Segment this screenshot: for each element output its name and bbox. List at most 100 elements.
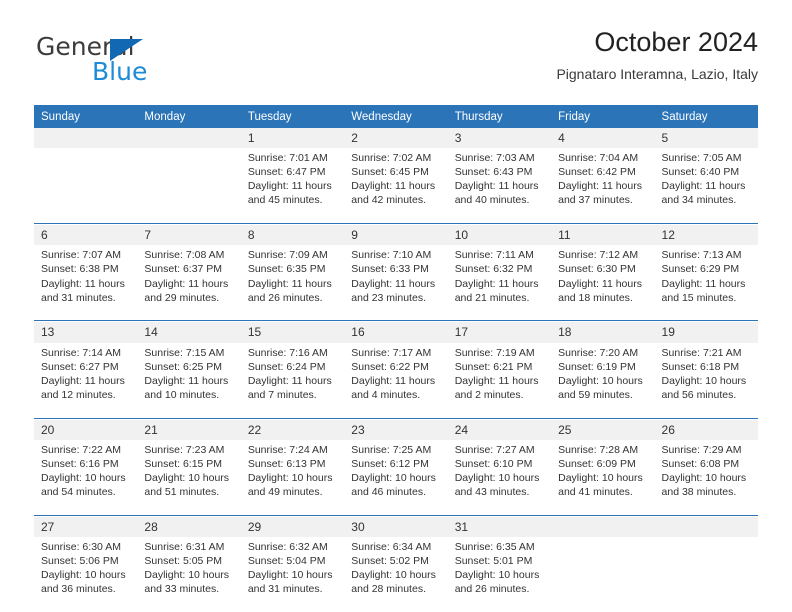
sunrise-text: Sunrise: 7:01 AM	[247, 152, 328, 165]
day-cell[interactable]: Sunrise: 7:25 AM Sunset: 6:12 PM Dayligh…	[344, 439, 448, 516]
day-cell[interactable]: Sunrise: 7:01 AM Sunset: 6:47 PM Dayligh…	[240, 148, 345, 224]
sunrise-text: Sunrise: 7:13 AM	[661, 249, 742, 262]
sunset-text: Sunset: 5:04 PM	[247, 555, 326, 568]
daylight-text-line1: Daylight: 10 hours	[454, 471, 540, 484]
day-cell[interactable]: Sunrise: 7:17 AM Sunset: 6:22 PM Dayligh…	[344, 342, 448, 419]
day-cell[interactable]	[137, 148, 241, 224]
day-cell[interactable]: Sunrise: 7:13 AM Sunset: 6:29 PM Dayligh…	[654, 245, 758, 321]
daylight-text-line2: and 40 minutes.	[454, 194, 530, 207]
sunrise-text: Sunrise: 7:17 AM	[351, 346, 432, 359]
general-blue-logo[interactable]: General Blue	[34, 26, 294, 96]
daylight-text-line1: Daylight: 11 hours	[661, 180, 746, 193]
day-number: 12	[654, 225, 758, 246]
sunset-text: Sunset: 6:32 PM	[454, 263, 533, 276]
day-number: 13	[34, 322, 138, 343]
day-cell[interactable]	[654, 536, 758, 612]
daylight-text-line1: Daylight: 10 hours	[661, 471, 747, 484]
day-cell[interactable]: Sunrise: 6:32 AM Sunset: 5:04 PM Dayligh…	[240, 536, 345, 612]
day-cell[interactable]: Sunrise: 6:34 AM Sunset: 5:02 PM Dayligh…	[344, 536, 448, 612]
sunset-text: Sunset: 6:38 PM	[41, 263, 119, 276]
day-cell[interactable]: Sunrise: 7:10 AM Sunset: 6:33 PM Dayligh…	[344, 245, 448, 321]
day-cell[interactable]: Sunrise: 6:31 AM Sunset: 5:05 PM Dayligh…	[137, 536, 241, 612]
day-cell[interactable]: Sunrise: 7:22 AM Sunset: 6:16 PM Dayligh…	[34, 439, 138, 516]
page-subtitle: Pignataro Interamna, Lazio, Italy	[556, 66, 758, 83]
sunset-text: Sunset: 6:33 PM	[351, 263, 429, 276]
sunset-text: Sunset: 6:12 PM	[351, 457, 429, 470]
day-cell[interactable]: Sunrise: 7:02 AM Sunset: 6:45 PM Dayligh…	[344, 148, 448, 224]
daylight-text-line2: and 56 minutes.	[661, 388, 737, 401]
daylight-text-line1: Daylight: 10 hours	[661, 374, 747, 387]
day-cell[interactable]: Sunrise: 7:19 AM Sunset: 6:21 PM Dayligh…	[447, 342, 552, 419]
day-cell[interactable]: Sunrise: 7:04 AM Sunset: 6:42 PM Dayligh…	[551, 148, 655, 224]
daylight-text-line2: and 51 minutes.	[144, 486, 220, 499]
day-cell[interactable]: Sunrise: 7:05 AM Sunset: 6:40 PM Dayligh…	[654, 148, 758, 224]
sunset-text: Sunset: 6:37 PM	[144, 263, 223, 276]
day-cell[interactable]: Sunrise: 7:14 AM Sunset: 6:27 PM Dayligh…	[34, 342, 138, 419]
sunrise-text: Sunrise: 7:20 AM	[558, 346, 639, 359]
daylight-text-line2: and 21 minutes.	[454, 291, 530, 304]
day-cell[interactable]: Sunrise: 7:24 AM Sunset: 6:13 PM Dayligh…	[240, 439, 345, 516]
day-cell[interactable]: Sunrise: 7:11 AM Sunset: 6:32 PM Dayligh…	[447, 245, 552, 321]
day-cell[interactable]	[34, 148, 138, 224]
day-cell[interactable]: Sunrise: 6:30 AM Sunset: 5:06 PM Dayligh…	[34, 536, 138, 612]
day-cell[interactable]: Sunrise: 7:08 AM Sunset: 6:37 PM Dayligh…	[137, 245, 241, 321]
calendar-header-row: Sunday Monday Tuesday Wednesday Thursday…	[34, 105, 758, 128]
weekday-header-wednesday: Wednesday	[344, 105, 448, 128]
sunrise-text: Sunrise: 7:04 AM	[558, 152, 639, 165]
day-number	[551, 516, 655, 537]
daylight-text-line2: and 2 minutes.	[454, 388, 524, 401]
day-number: 17	[447, 322, 552, 343]
day-cell[interactable]: Sunrise: 7:21 AM Sunset: 6:18 PM Dayligh…	[654, 342, 758, 419]
sunrise-text: Sunrise: 6:35 AM	[454, 540, 535, 553]
daylight-text-line1: Daylight: 11 hours	[144, 374, 229, 387]
daylight-text-line2: and 41 minutes.	[558, 486, 633, 499]
day-cell[interactable]: Sunrise: 7:07 AM Sunset: 6:38 PM Dayligh…	[34, 245, 138, 321]
day-cell[interactable]: Sunrise: 7:27 AM Sunset: 6:10 PM Dayligh…	[447, 439, 552, 516]
weekday-header-friday: Friday	[551, 105, 655, 128]
day-number: 9	[344, 225, 448, 246]
day-number: 3	[447, 128, 552, 149]
day-number: 19	[654, 322, 758, 343]
day-cell[interactable]: Sunrise: 7:12 AM Sunset: 6:30 PM Dayligh…	[551, 245, 655, 321]
day-cell[interactable]: Sunrise: 7:28 AM Sunset: 6:09 PM Dayligh…	[551, 439, 655, 516]
day-cell[interactable]: Sunrise: 6:35 AM Sunset: 5:01 PM Dayligh…	[447, 536, 552, 612]
sunrise-text: Sunrise: 7:05 AM	[661, 152, 742, 165]
daylight-text-line2: and 34 minutes.	[661, 194, 737, 207]
daylight-text-line2: and 31 minutes.	[247, 583, 323, 596]
sunset-text: Sunset: 6:35 PM	[247, 263, 326, 276]
sunrise-text: Sunrise: 6:31 AM	[144, 540, 225, 553]
daylight-text-line2: and 54 minutes.	[41, 486, 116, 499]
page-title: October 2024	[594, 27, 758, 57]
sunrise-text: Sunrise: 6:32 AM	[247, 540, 328, 553]
day-number: 25	[551, 419, 655, 440]
daylight-text-line1: Daylight: 10 hours	[351, 471, 436, 484]
day-number: 18	[551, 322, 655, 343]
day-cell[interactable]: Sunrise: 7:09 AM Sunset: 6:35 PM Dayligh…	[240, 245, 345, 321]
day-cell[interactable]	[551, 536, 655, 612]
sunset-text: Sunset: 5:01 PM	[454, 555, 533, 568]
week-2-details: Sunrise: 7:07 AM Sunset: 6:38 PM Dayligh…	[34, 245, 758, 321]
daylight-text-line2: and 12 minutes.	[41, 388, 116, 401]
sunset-text: Sunset: 5:06 PM	[41, 555, 119, 568]
daylight-text-line2: and 38 minutes.	[661, 486, 737, 499]
day-cell[interactable]: Sunrise: 7:20 AM Sunset: 6:19 PM Dayligh…	[551, 342, 655, 419]
sunrise-text: Sunrise: 7:03 AM	[454, 152, 535, 165]
sunrise-text: Sunrise: 7:09 AM	[247, 249, 328, 262]
day-cell[interactable]: Sunrise: 7:23 AM Sunset: 6:15 PM Dayligh…	[137, 439, 241, 516]
sunrise-text: Sunrise: 7:02 AM	[351, 152, 432, 165]
day-cell[interactable]: Sunrise: 7:29 AM Sunset: 6:08 PM Dayligh…	[654, 439, 758, 516]
logo-text-blue: Blue	[92, 57, 148, 86]
day-cell[interactable]: Sunrise: 7:16 AM Sunset: 6:24 PM Dayligh…	[240, 342, 345, 419]
day-number: 1	[240, 128, 345, 149]
day-cell[interactable]: Sunrise: 7:15 AM Sunset: 6:25 PM Dayligh…	[137, 342, 241, 419]
day-cell[interactable]: Sunrise: 7:03 AM Sunset: 6:43 PM Dayligh…	[447, 148, 552, 224]
day-number: 29	[240, 516, 345, 537]
daylight-text-line1: Daylight: 10 hours	[247, 569, 333, 582]
week-4-details: Sunrise: 7:22 AM Sunset: 6:16 PM Dayligh…	[34, 439, 758, 516]
daylight-text-line1: Daylight: 10 hours	[454, 569, 540, 582]
sunset-text: Sunset: 6:16 PM	[41, 457, 119, 470]
sunset-text: Sunset: 6:47 PM	[247, 166, 326, 179]
sunset-text: Sunset: 6:43 PM	[454, 166, 533, 179]
day-number: 11	[551, 225, 655, 246]
day-number: 22	[240, 419, 345, 440]
